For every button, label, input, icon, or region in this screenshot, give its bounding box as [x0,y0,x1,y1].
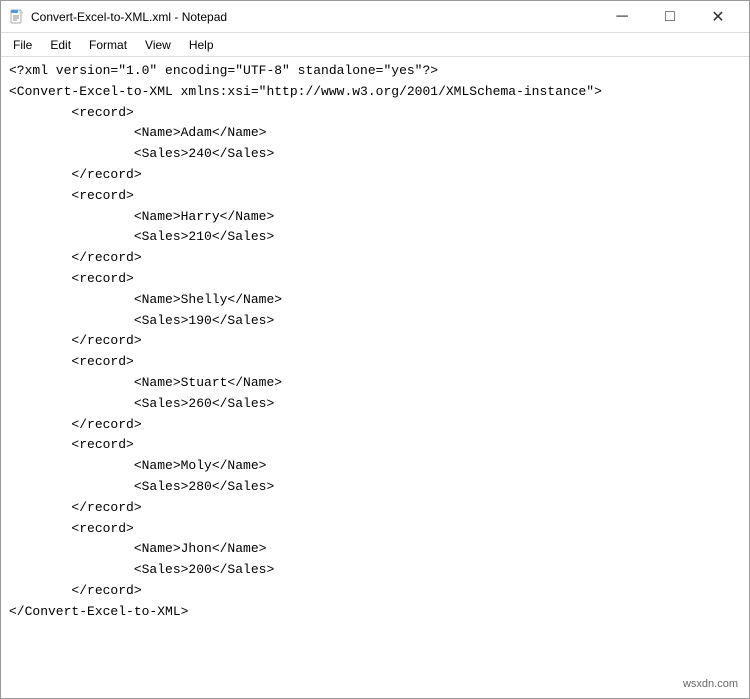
menu-format[interactable]: Format [81,34,135,56]
menu-edit[interactable]: Edit [42,34,79,56]
menu-help[interactable]: Help [181,34,222,56]
title-bar-controls: ─ □ ✕ [599,2,741,32]
app-icon [9,9,25,25]
minimize-button[interactable]: ─ [599,2,645,32]
menu-bar: File Edit Format View Help [1,33,749,57]
xml-content: <?xml version="1.0" encoding="UTF-8" sta… [9,61,741,623]
window-title: Convert-Excel-to-XML.xml - Notepad [31,10,227,24]
title-bar-left: Convert-Excel-to-XML.xml - Notepad [9,9,227,25]
menu-view[interactable]: View [137,34,179,56]
menu-file[interactable]: File [5,34,40,56]
close-button[interactable]: ✕ [695,2,741,32]
watermark: wsxdn.com [679,677,742,691]
maximize-button[interactable]: □ [647,2,693,32]
notepad-window: Convert-Excel-to-XML.xml - Notepad ─ □ ✕… [0,0,750,699]
text-editor[interactable]: <?xml version="1.0" encoding="UTF-8" sta… [1,57,749,698]
title-bar: Convert-Excel-to-XML.xml - Notepad ─ □ ✕ [1,1,749,33]
